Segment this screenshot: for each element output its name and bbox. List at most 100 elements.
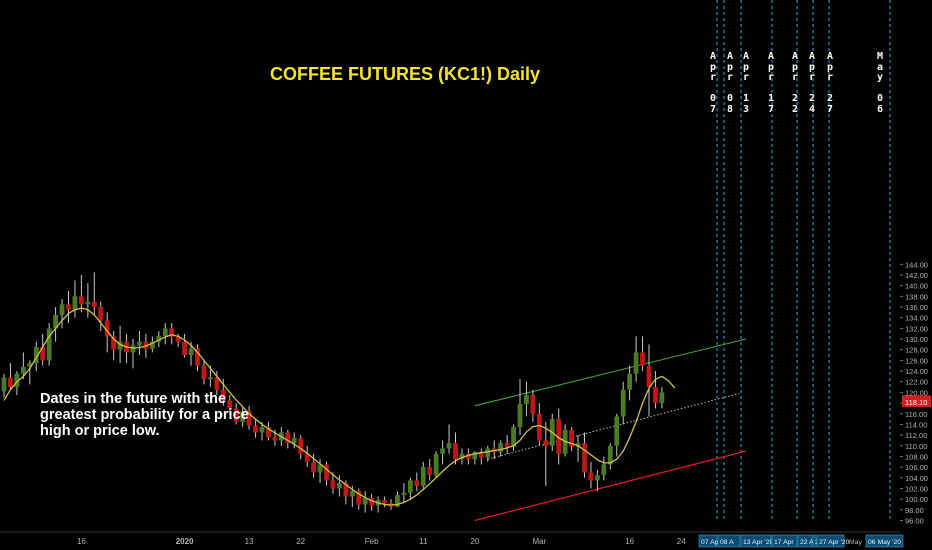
candle-body bbox=[614, 416, 620, 446]
candle-body bbox=[620, 389, 626, 417]
y-tick-label: 106.00 bbox=[905, 463, 928, 472]
candle-body bbox=[1, 377, 7, 392]
y-tick-label: 132.00 bbox=[905, 324, 928, 333]
price-axis: 96.00 98.00 100.00 102.00104.00 106.00 108.00… bbox=[900, 260, 928, 526]
candle-body bbox=[498, 443, 504, 453]
candle-body bbox=[517, 404, 523, 428]
x-tick-label: 20 bbox=[470, 537, 479, 546]
candle-body bbox=[420, 467, 426, 486]
candle-body bbox=[98, 307, 104, 321]
candle-body bbox=[653, 387, 658, 404]
y-tick-label: 114.00 bbox=[905, 420, 927, 429]
candle-body bbox=[504, 443, 510, 447]
candle-body bbox=[595, 475, 600, 481]
candle-body bbox=[407, 480, 413, 493]
future-date-vertical-label: A p r 2 4 bbox=[808, 51, 816, 115]
candle-body bbox=[46, 328, 52, 361]
x-tick-label: 16 bbox=[625, 537, 634, 546]
candle-body bbox=[446, 443, 452, 449]
candle-body bbox=[659, 392, 665, 404]
candle-body bbox=[330, 480, 336, 489]
candle-body bbox=[646, 365, 652, 388]
candle-body bbox=[72, 296, 78, 310]
candle-body bbox=[633, 352, 639, 374]
future-date-vertical-label: A p r 0 7 bbox=[709, 51, 717, 115]
candle-body bbox=[91, 301, 97, 308]
y-tick-label: 140.00 bbox=[905, 282, 928, 291]
candle-body bbox=[298, 437, 304, 454]
y-tick-label: 124.00 bbox=[905, 367, 928, 376]
future-date-box-label: 08 A bbox=[720, 539, 734, 546]
candle-body bbox=[162, 328, 168, 336]
future-date-vertical-label: M a y 0 6 bbox=[876, 51, 884, 115]
candle-body bbox=[433, 453, 439, 476]
y-tick-label: 134.00 bbox=[905, 314, 928, 323]
y-tick-label: 126.00 bbox=[905, 356, 928, 365]
x-tick-label: Mar bbox=[532, 537, 546, 546]
future-date-vertical-label: A p r 1 7 bbox=[767, 51, 775, 115]
candle-body bbox=[588, 472, 594, 481]
y-tick-label: 128.00 bbox=[905, 346, 928, 355]
future-dates-note: Dates in the future with the greatest pr… bbox=[40, 391, 249, 439]
chart-title: COFFEE FUTURES (KC1!) Daily bbox=[269, 64, 541, 84]
candle-body bbox=[349, 491, 355, 497]
candle-body bbox=[208, 377, 213, 380]
x-tick-label: 24 bbox=[677, 537, 686, 546]
candle-body bbox=[137, 341, 142, 346]
future-date-vertical-label: A p r 1 3 bbox=[742, 51, 750, 115]
y-tick-label: 130.00 bbox=[905, 335, 928, 344]
future-date-vertical-label: A p r 2 7 bbox=[826, 51, 834, 115]
candle-body bbox=[272, 437, 278, 441]
candle-body bbox=[59, 304, 65, 316]
future-date-box-label: 06 May '20 bbox=[868, 539, 901, 546]
y-tick-label: 98.00 bbox=[905, 506, 924, 515]
y-tick-label: 112.00 bbox=[905, 431, 927, 440]
candle-body bbox=[311, 461, 316, 473]
y-tick-label: 104.00 bbox=[905, 474, 928, 483]
candle-body bbox=[324, 464, 329, 481]
future-date-box-label: 22 A bbox=[800, 539, 814, 546]
y-tick-label: 142.00 bbox=[905, 271, 928, 280]
x-tick-label: 22 bbox=[296, 537, 305, 546]
candle-body bbox=[530, 395, 536, 414]
y-tick-label: 110.00 bbox=[905, 442, 927, 451]
candle-body bbox=[337, 483, 342, 489]
candle-body bbox=[20, 366, 26, 374]
candle-body bbox=[188, 348, 194, 356]
candle-body bbox=[627, 373, 633, 390]
candle-body bbox=[401, 492, 407, 495]
candle-body bbox=[536, 413, 542, 441]
x-tick-label: 16 bbox=[77, 537, 86, 546]
future-date-box-label: 13 Apr '20 bbox=[743, 539, 774, 546]
y-tick-label: 100.00 bbox=[905, 495, 928, 504]
y-tick-label: 116.00 bbox=[905, 410, 927, 419]
price-tag-label: 118.10 bbox=[905, 398, 927, 407]
future-date-box-label: 17 Apr bbox=[774, 539, 794, 546]
candle-body bbox=[485, 448, 491, 458]
x-tick-label: 11 bbox=[419, 537, 428, 546]
candle-body bbox=[201, 365, 207, 380]
y-tick-label: 102.00 bbox=[905, 484, 928, 493]
future-date-box-label: 27 Apr '20 bbox=[819, 539, 850, 546]
future-date-vertical-label: A p r 0 8 bbox=[726, 51, 734, 115]
last-price-tags: 118.40118.10 bbox=[902, 395, 931, 408]
x-tick-label: 13 bbox=[245, 537, 254, 546]
candle-body bbox=[543, 440, 549, 446]
candle-body bbox=[291, 437, 297, 444]
x-tick-label: Feb bbox=[365, 537, 379, 546]
future-date-axis-labels: 07 Apr08 A13 Apr '2017 Apr22 A227 Apr '2… bbox=[698, 534, 904, 548]
y-tick-label: 122.00 bbox=[905, 378, 928, 387]
y-tick-label: 136.00 bbox=[905, 303, 928, 312]
candle-body bbox=[640, 352, 645, 366]
candle-body bbox=[382, 500, 387, 504]
y-tick-label: 108.00 bbox=[905, 452, 928, 461]
x-tick-label-may: May bbox=[849, 539, 862, 546]
candle-body bbox=[601, 464, 607, 476]
candle-body bbox=[440, 448, 445, 454]
candle-body bbox=[582, 443, 587, 473]
candle-body bbox=[79, 296, 84, 305]
candle-body bbox=[85, 301, 91, 305]
future-date-vertical-label: A p r 2 2 bbox=[791, 51, 799, 115]
candle-body bbox=[524, 395, 529, 405]
candle-body bbox=[130, 345, 136, 353]
